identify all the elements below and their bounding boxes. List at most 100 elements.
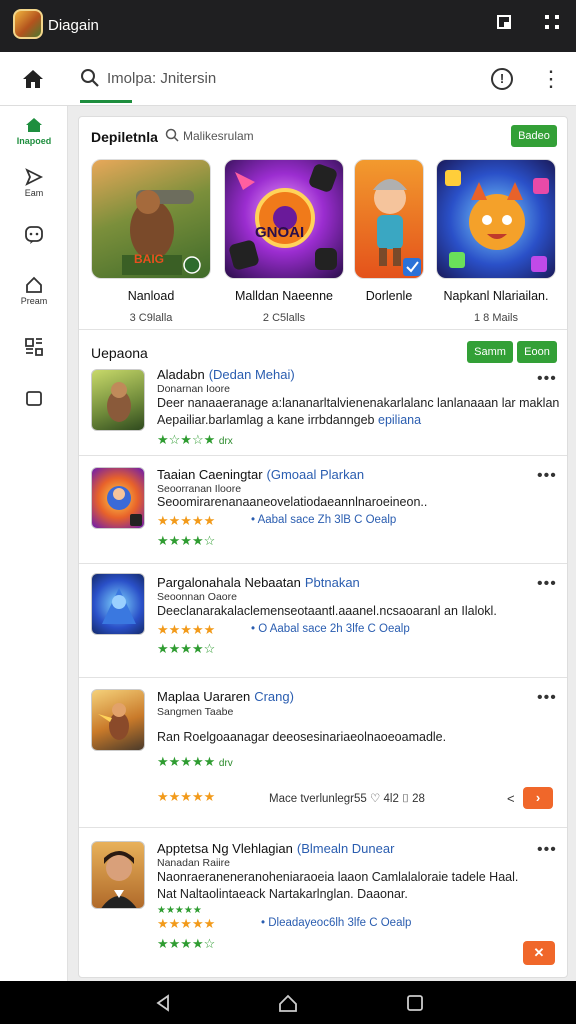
more-options-icon[interactable]: •••	[537, 370, 557, 388]
item-rating-secondary: ★★★★☆	[157, 533, 216, 548]
more-options-icon[interactable]: •••	[537, 689, 557, 707]
item-rating: ★★★★★	[157, 622, 216, 637]
item-rating: ★★★★★	[157, 905, 202, 916]
item-rating-secondary: ★★★★★	[157, 789, 216, 804]
featured-card[interactable]: GNOAI Malldan Naeenne 2 C5lalls	[224, 159, 344, 324]
list-item[interactable]: Maplaa Uararen Crang) Sangmen Taabe Ran R…	[79, 685, 567, 825]
item-title: Pargalonahala Nebaatan Pbtnakan	[157, 575, 360, 590]
card-image-text: BAIG	[134, 252, 164, 266]
section-divider	[79, 329, 567, 330]
item-rating-tertiary: ★★★★☆	[157, 936, 216, 951]
window-title: Diagain	[48, 17, 99, 34]
more-options-icon[interactable]: •••	[537, 467, 557, 485]
more-options-icon[interactable]: •••	[537, 575, 557, 593]
restore-window-icon[interactable]	[492, 13, 516, 37]
recents-icon[interactable]	[404, 992, 426, 1014]
list-item[interactable]: Apptetsa Ng Vlehlagian (Blmealn Dunear Na…	[79, 835, 567, 975]
item-rating-secondary: ★★★★★	[157, 916, 216, 931]
updates-button-2[interactable]: Eoon	[517, 341, 557, 363]
featured-card[interactable]: BAIG Nanload 3 C9lalla	[91, 159, 211, 324]
item-description: Naonraeraneneranoheniaraoeia laaon Camla…	[157, 870, 519, 884]
card-meta: 2 C5lalls	[262, 312, 306, 324]
featured-card[interactable]: Dorlenle	[354, 159, 424, 312]
search-input[interactable]: Imolpa: Jnitersin	[107, 70, 216, 87]
card-name: Dorlenle	[365, 289, 413, 303]
sidebar-item-square[interactable]	[0, 390, 68, 408]
back-icon[interactable]	[152, 992, 174, 1014]
item-thumbnail	[91, 467, 145, 529]
item-stats: Mace tverlunlegr55 ♡ 4l2 ⌷ 28	[269, 793, 425, 805]
action-button[interactable]: ›	[523, 787, 553, 809]
item-description-2: Aepailiar.barlamlag a kane irrbdanngeb e…	[157, 413, 422, 427]
item-stats: • Aabal sace Zh 3lB C Oealp	[251, 514, 397, 526]
sidebar-item-grid[interactable]	[0, 336, 68, 358]
list-item[interactable]: Pargalonahala Nebaatan Pbtnakan Seoonnan …	[79, 571, 567, 679]
item-description: Deer nanaaeranage a:lananarltalvienenaka…	[157, 396, 560, 410]
action-button[interactable]: ✕	[523, 941, 555, 965]
search-active-indicator	[80, 100, 132, 103]
sidebar-item-home[interactable]: Inapoed	[0, 116, 68, 146]
item-title: Aladabn (Dedan Mehai)	[157, 367, 295, 382]
home-icon	[26, 118, 42, 132]
card-meta: 1 8 Mails	[473, 312, 519, 324]
item-rating: ★★★★★ drv	[157, 754, 233, 769]
item-description-2: Nat Naltaolintaeack Nartakarlnglan. Daao…	[157, 887, 408, 901]
sidebar-item-chat[interactable]	[0, 224, 68, 246]
item-thumbnail	[91, 841, 145, 909]
system-navbar	[0, 981, 576, 1024]
item-thumbnail	[91, 689, 145, 751]
row-divider	[79, 827, 567, 828]
sidebar-item-send[interactable]: Eam	[0, 168, 68, 198]
row-divider	[79, 563, 567, 564]
updates-button-1[interactable]: Samm	[467, 341, 513, 363]
card-image-text: GNOAI	[255, 224, 305, 241]
sidebar-item-house[interactable]: Pream	[0, 276, 68, 306]
sidebar-item-label: Inapoed	[16, 136, 52, 146]
card-name: Malldan Naeenne	[235, 289, 333, 303]
list-item[interactable]: Taaian Caeningtar (Gmoaal Plarkan Seoorra…	[79, 463, 567, 559]
item-subtitle: Seoonnan Oaore	[157, 591, 237, 603]
item-description: Ran Roelgoaanagar deeosesinariaeolnaoeoa…	[157, 730, 447, 744]
featured-subtitle: Malikesrulam	[183, 129, 254, 143]
app-topbar: Imolpa: Jnitersin ! ⋮	[0, 52, 576, 106]
item-title: Maplaa Uararen Crang)	[157, 689, 294, 704]
row-divider	[79, 677, 567, 678]
more-options-icon[interactable]: •••	[537, 841, 557, 859]
item-subtitle: Donarnan Ioore	[157, 383, 230, 395]
home-icon[interactable]	[20, 66, 46, 92]
item-rating: ★★★★★	[157, 513, 216, 528]
card-image: GNOAI	[224, 159, 344, 279]
home-nav-icon[interactable]	[277, 992, 299, 1014]
item-stats: • O Aabal sace 2h 3lfe C Oealp	[251, 623, 410, 635]
list-item[interactable]: Aladabn (Dedan Mehai) Donarnan Ioore Deer…	[79, 365, 567, 451]
featured-card[interactable]: Napkanl Nlariailan. 1 8 Mails	[436, 159, 556, 324]
sidebar: Inapoed Eam Pream	[0, 106, 68, 981]
item-rating-secondary: ★★★★☆	[157, 641, 216, 656]
fullscreen-icon[interactable]	[540, 13, 564, 37]
share-icon[interactable]: <	[507, 791, 515, 806]
sidebar-item-label: Pream	[20, 296, 48, 306]
square-icon	[26, 391, 42, 406]
item-title: Apptetsa Ng Vlehlagian (Blmealn Dunear	[157, 841, 395, 856]
item-title: Taaian Caeningtar (Gmoaal Plarkan	[157, 467, 365, 482]
sidebar-item-label: Eam	[24, 188, 44, 198]
item-thumbnail	[91, 369, 145, 431]
card-name: Napkanl Nlariailan.	[443, 289, 549, 303]
item-rating: ★☆★☆★ drx	[157, 432, 233, 447]
featured-title: Depiletnla	[91, 129, 158, 145]
card-name: Nanload	[127, 289, 175, 303]
info-icon[interactable]: !	[491, 68, 513, 90]
card-image	[354, 159, 424, 279]
chat-icon	[25, 226, 43, 244]
search-icon	[165, 128, 179, 142]
search-icon[interactable]	[80, 68, 100, 88]
app-logo-icon	[13, 9, 43, 39]
item-subtitle: Sangmen Taabe	[157, 706, 234, 718]
more-vert-icon[interactable]: ⋮	[540, 66, 562, 92]
grid-icon	[25, 338, 43, 356]
row-divider	[79, 455, 567, 456]
item-description: Deeclanarakalaclemenseotaantl.aaanel.ncs…	[157, 604, 497, 618]
featured-button[interactable]: Badeo	[511, 125, 557, 147]
item-thumbnail	[91, 573, 145, 635]
item-stats: • Dleadayeoc6lh 3lfe C Oealp	[261, 917, 412, 929]
